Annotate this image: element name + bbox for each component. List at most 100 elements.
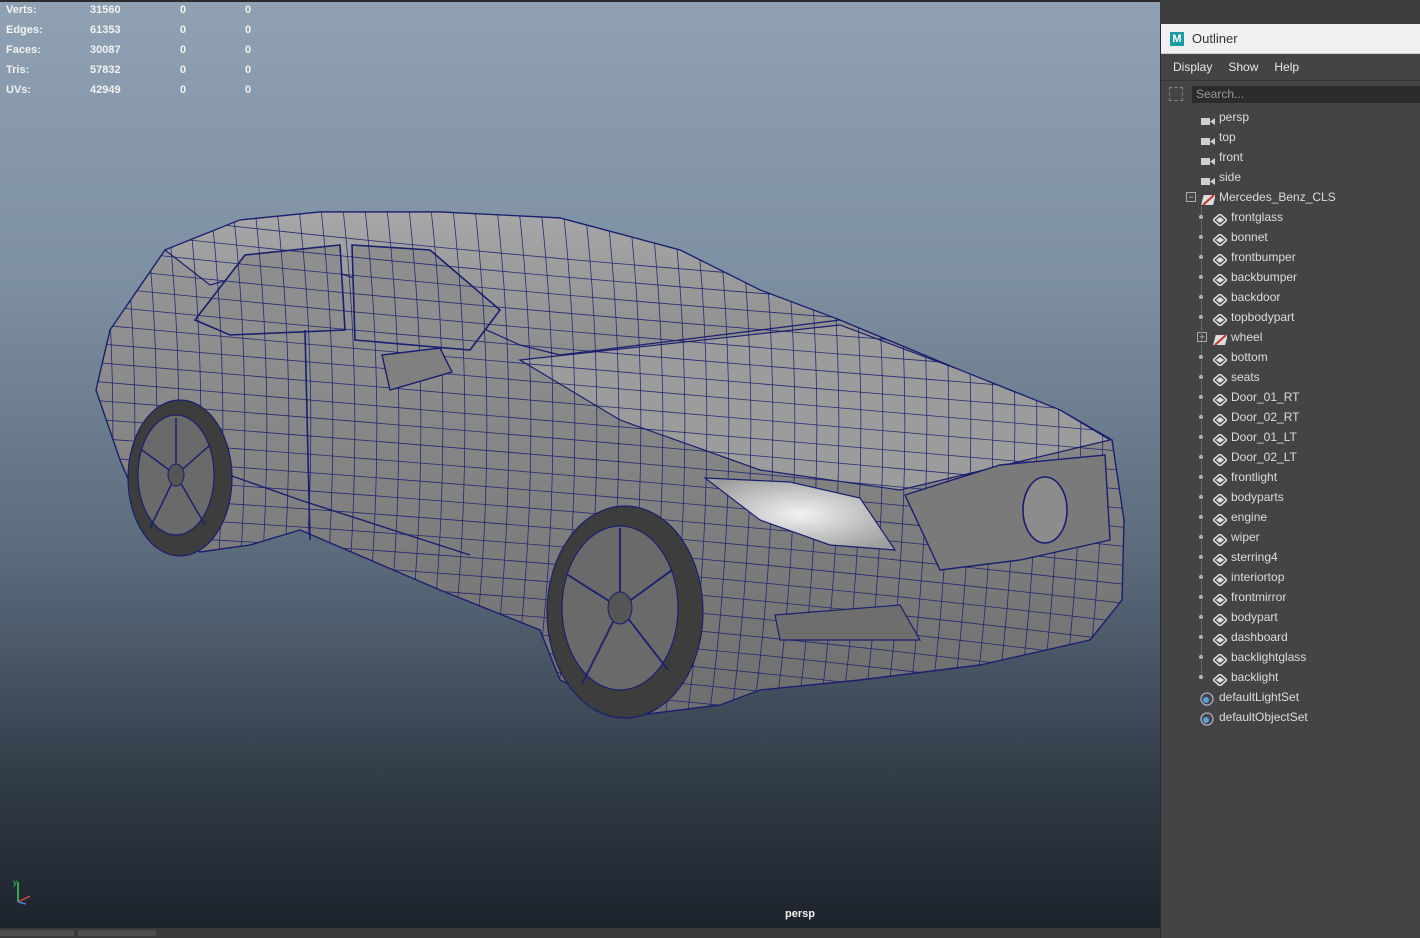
outliner-item-set[interactable]: defaultObjectSet [1161,707,1420,727]
outliner-item-child[interactable]: Door_01_RT [1161,387,1420,408]
hud-value: 0 [245,84,252,96]
outliner-item-child[interactable]: Door_02_LT [1161,447,1420,468]
item-label: defaultLightSet [1219,690,1300,704]
hud-label: UVs: [6,84,32,96]
hud-label: Faces: [6,44,41,56]
hud-value: 0 [180,4,187,16]
rear-wheel [127,399,233,557]
outliner-item-camera[interactable]: front [1161,147,1420,167]
outliner-item-group[interactable]: − Mercedes_Benz_CLS [1161,187,1420,207]
outliner-item-child[interactable]: Door_01_LT [1161,427,1420,448]
item-label: topbodypart [1231,310,1295,324]
outliner-item-child[interactable]: bodyparts [1161,487,1420,508]
item-label: persp [1219,110,1250,124]
item-label: Door_02_LT [1231,450,1297,464]
outliner-item-child[interactable]: bottom [1161,347,1420,368]
hud-value: 61353 [90,24,121,36]
outliner-item-child[interactable]: frontlight [1161,467,1420,488]
outliner-item-child[interactable]: bonnet [1161,227,1420,248]
item-label: Door_02_RT [1231,410,1300,424]
item-label: seats [1231,370,1260,384]
outliner-item-child[interactable]: backbumper [1161,267,1420,288]
outliner-item-camera[interactable]: top [1161,127,1420,147]
mesh-edge [96,212,114,715]
item-label: frontglass [1231,210,1284,224]
bottom-tab[interactable] [0,930,74,936]
hud-value: 0 [245,4,252,16]
outliner-item-child[interactable]: + wheel [1161,327,1420,347]
outliner-item-child[interactable]: dashboard [1161,627,1420,648]
item-label: backbumper [1231,270,1298,284]
outliner-item-child[interactable]: frontmirror [1161,587,1420,608]
item-label: defaultObjectSet [1219,710,1308,724]
item-label: front [1219,150,1244,164]
outliner-titlebar[interactable]: M Outliner [1161,24,1420,54]
search-input[interactable] [1192,85,1420,103]
item-label: wheel [1231,330,1263,344]
item-label: sterring4 [1231,550,1278,564]
outliner-tree: persp top front side − Mercedes_Benz_CLSfront… [1161,107,1420,727]
outliner-item-child[interactable]: seats [1161,367,1420,388]
hud-value: 30087 [90,44,121,56]
hud-value: 0 [245,44,252,56]
outliner-item-child[interactable]: engine [1161,507,1420,528]
outliner-item-child[interactable]: topbodypart [1161,307,1420,328]
hud-row: Verts: 31560 0 0 [6,2,266,22]
outliner-title: Outliner [1192,31,1238,46]
poly-count-hud: Verts: 31560 0 0 Edges: 61353 0 0 Faces: 30087 0 0 T… [6,2,266,102]
item-label: bodypart [1231,610,1278,624]
outliner-item-child[interactable]: backlightglass [1161,647,1420,668]
object-set-icon [1200,712,1214,732]
item-label: frontlight [1231,470,1278,484]
outliner-search-row [1161,81,1420,107]
hud-value: 42949 [90,84,121,96]
hud-row: Tris: 57832 0 0 [6,62,266,82]
outliner-item-child[interactable]: sterring4 [1161,547,1420,568]
item-label: bottom [1231,350,1268,364]
menu-help[interactable]: Help [1274,60,1299,74]
hud-value: 0 [180,44,187,56]
item-label: dashboard [1231,630,1288,644]
hud-value: 0 [180,84,187,96]
axis-gizmo-icon: y [8,876,38,910]
outliner-item-child[interactable]: wiper [1161,527,1420,548]
perspective-viewport[interactable]: Verts: 31560 0 0 Edges: 61353 0 0 Faces: 30087 0 0 T… [0,0,1160,938]
menu-display[interactable]: Display [1173,60,1212,74]
outliner-top-gap [1160,0,1420,24]
bottom-tab[interactable] [78,930,156,936]
item-label: Door_01_LT [1231,430,1297,444]
maya-logo-icon: M [1170,31,1184,46]
item-label: backlightglass [1231,650,1307,664]
item-label: wiper [1231,530,1260,544]
outliner-item-child[interactable]: interiortop [1161,567,1420,588]
menu-show[interactable]: Show [1228,60,1258,74]
outliner-item-child[interactable]: Door_02_RT [1161,407,1420,428]
filter-icon[interactable] [1169,87,1183,101]
hud-label: Edges: [6,24,43,36]
item-label: Mercedes_Benz_CLS [1219,190,1336,204]
outliner-item-child[interactable]: backlight [1161,667,1420,688]
item-label: backdoor [1231,290,1281,304]
outliner-item-child[interactable]: frontglass [1161,207,1420,228]
collapse-icon[interactable]: − [1186,192,1196,202]
outliner-item-child[interactable]: backdoor [1161,287,1420,308]
front-wheel [546,505,704,719]
outliner-item-child[interactable]: frontbumper [1161,247,1420,268]
hud-value: 0 [245,64,252,76]
hud-row: UVs: 42949 0 0 [6,82,266,102]
hud-value: 0 [245,24,252,36]
outliner-item-child[interactable]: bodypart [1161,607,1420,628]
item-label: top [1219,130,1236,144]
expand-icon[interactable]: + [1197,332,1207,342]
item-label: side [1219,170,1242,184]
hud-label: Tris: [6,64,30,76]
hud-row: Faces: 30087 0 0 [6,42,266,62]
camera-name-label: persp [785,908,815,920]
hud-value: 31560 [90,4,121,16]
item-label: bodyparts [1231,490,1284,504]
outliner-item-set[interactable]: defaultLightSet [1161,687,1420,707]
car-wireframe-model[interactable] [0,0,1160,938]
hud-value: 57832 [90,64,121,76]
outliner-item-camera[interactable]: side [1161,167,1420,187]
outliner-item-camera[interactable]: persp [1161,107,1420,127]
